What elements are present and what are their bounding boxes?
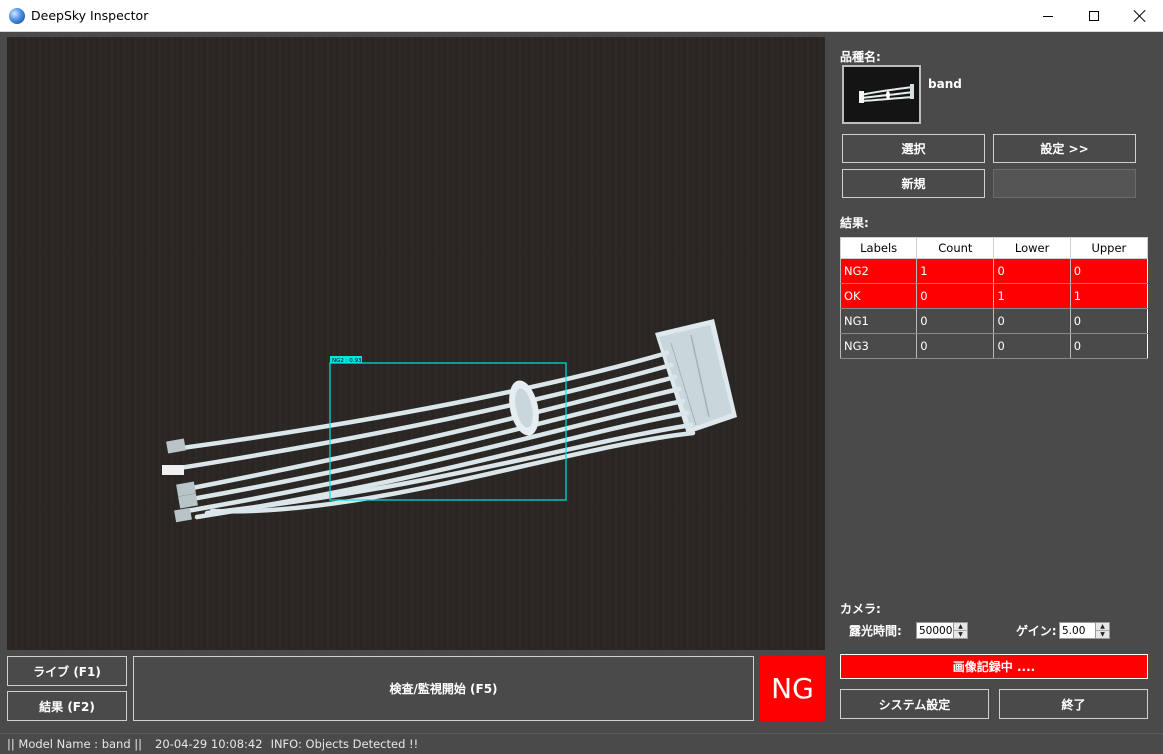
maximize-button[interactable] [1071, 0, 1117, 32]
minimize-icon [1043, 15, 1053, 17]
cell-upper: 1 [1069, 283, 1148, 309]
status-bar: || Model Name : band || 20-04-29 10:08:4… [0, 733, 1163, 754]
judgement-indicator: NG [760, 656, 825, 721]
column-header-lower[interactable]: Lower [993, 237, 1071, 259]
table-row[interactable]: NG2 1 0 0 [839, 258, 1148, 284]
model-section-label: 品種名: [840, 50, 881, 64]
result-button[interactable]: 結果 (F2) [7, 691, 127, 721]
model-name: band [928, 77, 962, 91]
cell-lower: 0 [993, 333, 1071, 359]
gain-label: ゲイン: [1016, 624, 1057, 638]
close-icon [1134, 10, 1146, 22]
cell-label: NG3 [839, 333, 917, 359]
spin-up-icon[interactable]: ▲ [1096, 623, 1109, 631]
gain-spin-arrows: ▲ ▼ [1095, 623, 1109, 638]
recording-status-bar: 画像記録中 .... [840, 654, 1148, 679]
results-section-label: 結果: [840, 216, 869, 230]
status-timestamp: 20-04-29 10:08:42 [155, 737, 263, 751]
live-button[interactable]: ライブ (F1) [7, 656, 127, 686]
cell-label: OK [839, 283, 917, 309]
cell-count: 1 [916, 258, 994, 284]
title-bar: DeepSky Inspector [0, 0, 1163, 32]
window-title: DeepSky Inspector [31, 8, 149, 23]
status-info: INFO: Objects Detected !! [270, 737, 419, 751]
model-thumbnail [842, 65, 921, 124]
camera-image-view[interactable]: NG2 : 0.93 [7, 37, 825, 650]
table-row[interactable]: NG1 0 0 0 [839, 308, 1148, 334]
disabled-button [993, 169, 1136, 198]
wire-bundle [164, 350, 696, 520]
select-button[interactable]: 選択 [842, 134, 985, 163]
column-header-upper[interactable]: Upper [1069, 237, 1149, 259]
camera-section-label: カメラ: [840, 602, 881, 616]
cell-upper: 0 [1069, 333, 1148, 359]
spin-up-icon[interactable]: ▲ [954, 623, 967, 631]
start-inspection-button[interactable]: 検査/監視開始 (F5) [133, 656, 754, 721]
minimize-button[interactable] [1025, 0, 1071, 32]
close-button[interactable] [1117, 0, 1163, 32]
main-window: NG2 : 0.93 ライブ (F1) 結果 (F2) 検査/監視開始 (F5)… [0, 32, 1163, 754]
exit-button[interactable]: 終了 [999, 689, 1148, 719]
maximize-icon [1089, 11, 1099, 21]
cell-count: 0 [916, 333, 994, 359]
exposure-spinbox[interactable]: 50000 ▲ ▼ [916, 622, 968, 639]
table-row[interactable]: NG3 0 0 0 [839, 333, 1148, 359]
settings-button[interactable]: 設定 >> [993, 134, 1136, 163]
results-table: Labels Count Lower Upper NG2 1 0 0 OK 0 … [839, 237, 1149, 359]
detection-label: NG2 : 0.93 [332, 358, 362, 364]
camera-image: NG2 : 0.93 [162, 319, 737, 523]
table-row[interactable]: OK 0 1 1 [839, 283, 1148, 309]
cell-count: 0 [916, 283, 994, 309]
system-settings-button[interactable]: システム設定 [840, 689, 989, 719]
exposure-label: 露光時間: [849, 624, 902, 638]
cell-label: NG1 [839, 308, 917, 334]
cell-count: 0 [916, 308, 994, 334]
results-header-row: Labels Count Lower Upper [839, 237, 1149, 259]
cell-upper: 0 [1069, 308, 1148, 334]
new-button[interactable]: 新規 [842, 169, 985, 198]
cell-lower: 0 [993, 258, 1071, 284]
cell-lower: 0 [993, 308, 1071, 334]
spin-down-icon[interactable]: ▼ [954, 631, 967, 638]
column-header-labels[interactable]: Labels [839, 237, 918, 259]
gain-value[interactable]: 5.00 [1060, 625, 1095, 637]
globe-icon [9, 8, 25, 24]
spin-down-icon[interactable]: ▼ [1096, 631, 1109, 638]
cell-upper: 0 [1069, 258, 1148, 284]
status-model-name: || Model Name : band || [7, 737, 143, 751]
exposure-value[interactable]: 50000 [917, 625, 953, 637]
column-header-count[interactable]: Count [916, 237, 995, 259]
gain-spinbox[interactable]: 5.00 ▲ ▼ [1059, 622, 1110, 639]
cell-label: NG2 [839, 258, 917, 284]
exposure-spin-arrows: ▲ ▼ [953, 623, 967, 638]
cell-lower: 1 [993, 283, 1071, 309]
